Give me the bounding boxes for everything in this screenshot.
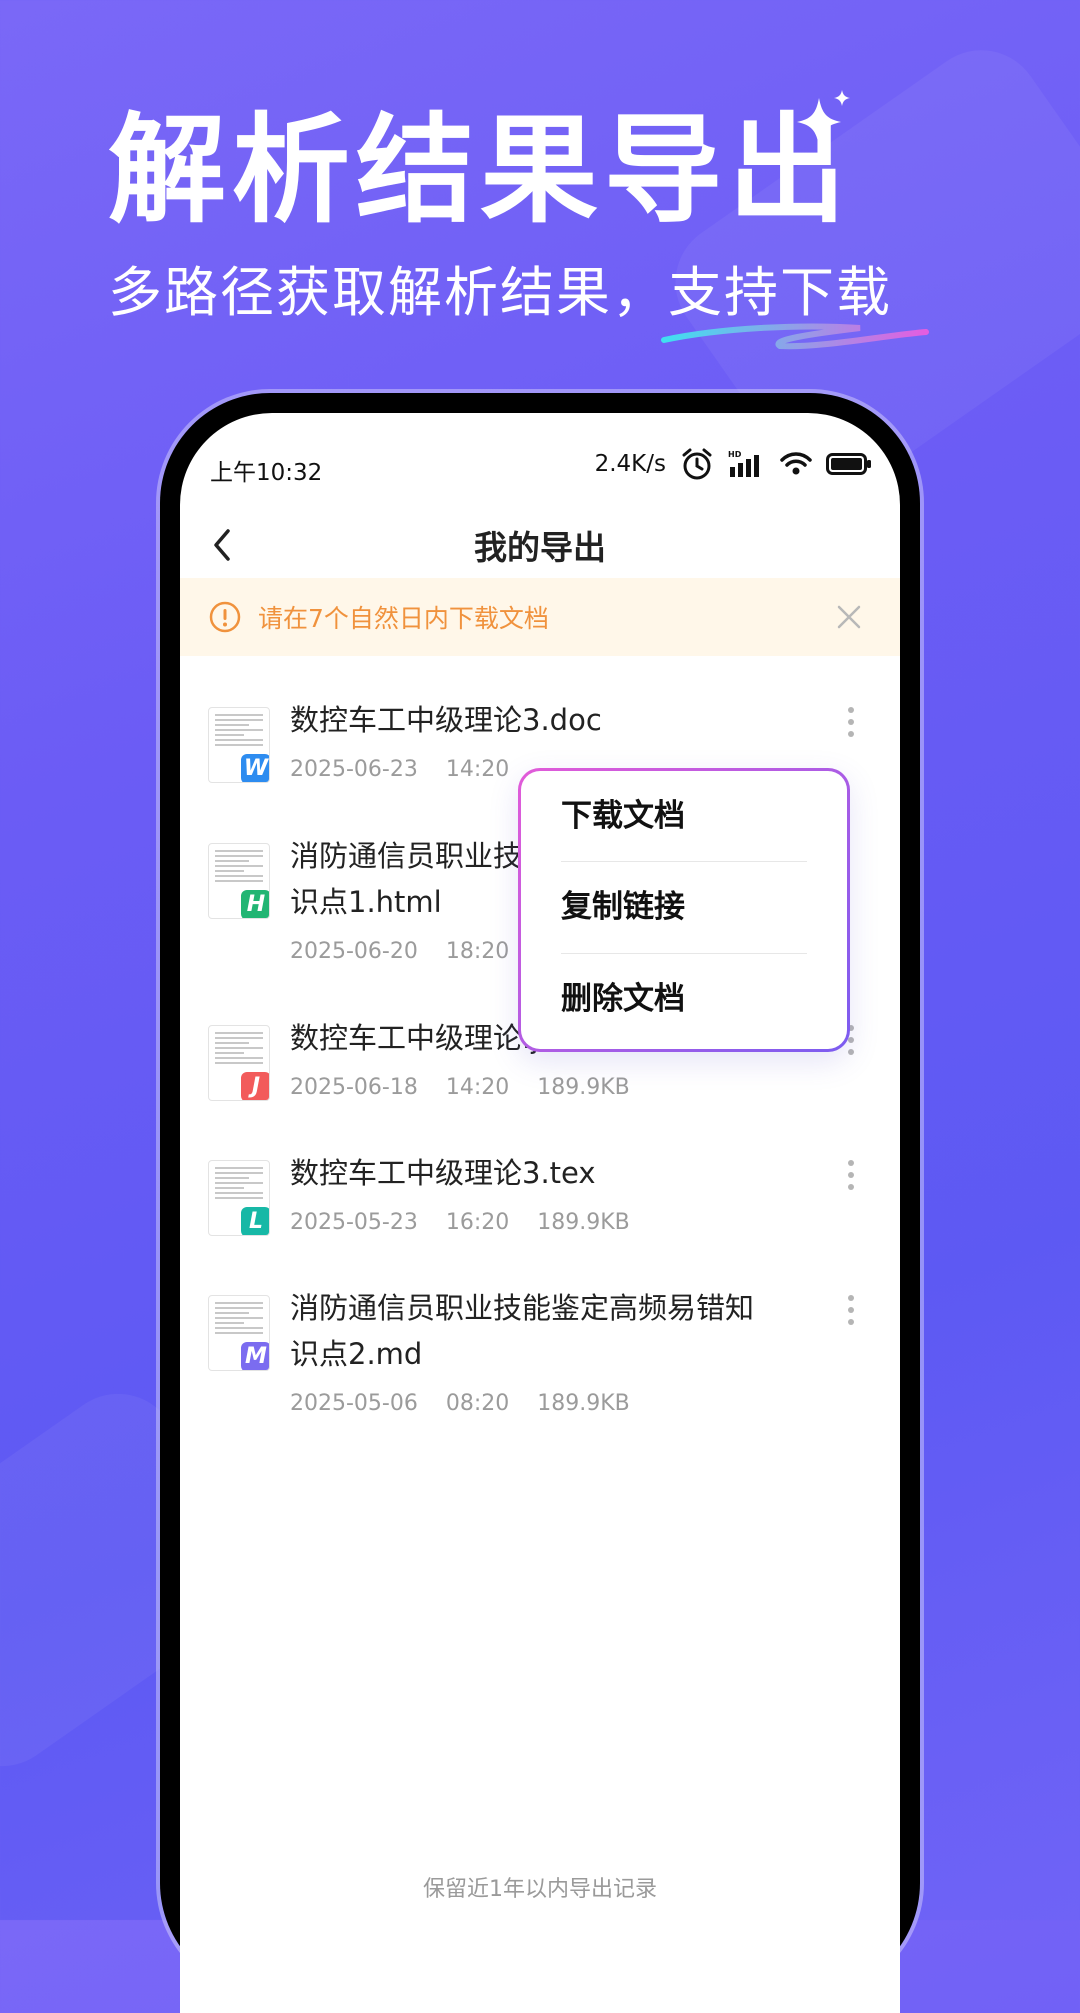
file-time: 18:20 — [445, 939, 510, 964]
list-item[interactable]: M 消防通信员职业技能鉴定高频易错知 识点2.md 2025-05-06 08:… — [180, 1291, 900, 1451]
file-time: 16:20 — [445, 1210, 510, 1235]
doc-thumbnail: M — [208, 1295, 270, 1371]
file-meta: 2025-05-23 16:20 189.9KB — [290, 1210, 630, 1235]
svg-text:HD: HD — [728, 450, 742, 459]
file-name-line2: 识点2.md — [290, 1337, 423, 1371]
context-menu: 下载文档 复制链接 删除文档 — [518, 768, 850, 1052]
footer-note: 保留近1年以内导出记录 — [423, 1877, 657, 1902]
file-name-line1: 消防通信员职业技能鉴定高频易错知 — [290, 1291, 755, 1325]
notice-banner: 请在7个自然日内下载文档 — [180, 578, 900, 656]
file-meta: 2025-06-23 14:20 — [290, 757, 509, 782]
file-name: 数控车工中级理论3.tex — [290, 1156, 596, 1190]
file-date: 2025-06-20 — [290, 939, 418, 964]
hd-signal-icon: HD — [728, 450, 759, 477]
alarm-icon — [682, 448, 712, 480]
status-icons: 2.4K/s HD — [595, 447, 872, 481]
json-icon: J — [241, 1072, 269, 1100]
file-name: 数控车工中级理论3.doc — [290, 703, 602, 737]
more-vertical-icon[interactable] — [848, 1295, 854, 1331]
latex-icon: L — [241, 1207, 269, 1235]
doc-thumbnail: H — [208, 843, 270, 919]
file-date: 2025-06-18 — [290, 1075, 418, 1100]
network-speed: 2.4K/s — [594, 451, 666, 477]
close-icon[interactable] — [836, 604, 862, 630]
file-size: 189.9KB — [537, 1210, 630, 1235]
wifi-icon — [780, 452, 812, 475]
status-time: 上午10:32 — [210, 460, 323, 486]
file-date: 2025-06-23 — [290, 757, 418, 782]
promo-headline: 解析结果导出 — [108, 101, 853, 239]
notice-text: 请在7个自然日内下载文档 — [258, 604, 549, 633]
file-time: 14:20 — [445, 757, 510, 782]
status-bar: 上午10:32 2.4K/s HD — [180, 413, 900, 493]
phone-screen: 上午10:32 2.4K/s HD 我的导出 请在7个自然日内下载文档 W 数控… — [180, 413, 900, 2013]
sparkle-icon — [797, 90, 850, 146]
file-meta: 2025-06-18 14:20 189.9KB — [290, 1075, 630, 1100]
file-size: 189.9KB — [537, 1075, 630, 1100]
doc-thumbnail: W — [208, 707, 270, 783]
phone-frame: 上午10:32 2.4K/s HD 我的导出 请在7个自然日内下载文档 W 数控… — [160, 393, 920, 2013]
more-vertical-icon[interactable] — [848, 1160, 854, 1196]
more-vertical-icon[interactable] — [848, 707, 854, 743]
file-time: 08:20 — [445, 1391, 510, 1416]
file-name: 消防通信员职业技能鉴定高频易错知 识点2.md — [290, 1285, 810, 1377]
battery-icon — [826, 453, 871, 475]
nav-bar: 我的导出 — [180, 509, 900, 579]
file-time: 14:20 — [445, 1075, 510, 1100]
file-date: 2025-05-23 — [290, 1210, 418, 1235]
info-circle-icon — [209, 601, 241, 633]
page-title: 我的导出 — [474, 528, 606, 567]
menu-item-copy-link[interactable]: 复制链接 — [561, 862, 807, 952]
markdown-icon: M — [241, 1342, 269, 1370]
underline-swoosh — [661, 323, 929, 350]
menu-item-delete[interactable]: 删除文档 — [561, 954, 807, 1044]
word-icon: W — [241, 754, 269, 782]
html-icon: H — [241, 890, 269, 918]
menu-item-download[interactable]: 下载文档 — [561, 771, 807, 861]
doc-thumbnail: L — [208, 1160, 270, 1236]
file-meta: 2025-06-20 18:20 — [290, 939, 509, 964]
file-date: 2025-05-06 — [290, 1391, 418, 1416]
doc-thumbnail: J — [208, 1025, 270, 1101]
file-meta: 2025-05-06 08:20 189.9KB — [290, 1391, 630, 1416]
file-size: 189.9KB — [537, 1391, 630, 1416]
list-item[interactable]: L 数控车工中级理论3.tex 2025-05-23 16:20 189.9KB — [180, 1156, 900, 1266]
